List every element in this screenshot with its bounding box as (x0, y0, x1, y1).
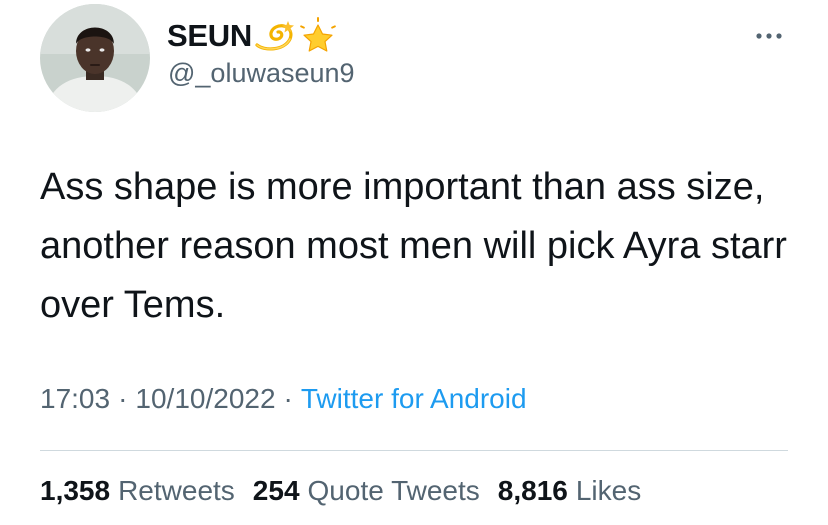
tweet-source-link[interactable]: Twitter for Android (301, 383, 527, 414)
quote-tweets-label: Quote Tweets (307, 475, 480, 506)
quote-tweets-count: 254 (252, 475, 300, 506)
display-name: SEUN (167, 18, 252, 53)
quote-tweets-stat[interactable]: 254 Quote Tweets (253, 475, 480, 507)
glowing-star-icon (298, 17, 338, 55)
tweet-text: Ass shape is more important than ass siz… (40, 166, 787, 326)
tweet-stats: 1,358 Retweets 254 Quote Tweets 8,816 Likes (40, 475, 659, 507)
meta-separator: · (118, 383, 128, 414)
likes-stat[interactable]: 8,816 Likes (498, 475, 641, 507)
user-name-row[interactable]: SEUN (167, 15, 338, 57)
avatar[interactable] (40, 4, 150, 112)
avatar-image (40, 4, 150, 112)
more-options-icon[interactable] (752, 24, 786, 48)
retweets-count: 1,358 (40, 475, 111, 506)
tweet-date[interactable]: 10/10/2022 (135, 383, 275, 414)
retweets-label: Retweets (118, 475, 235, 506)
tweet-time[interactable]: 17:03 (40, 383, 110, 414)
dizzy-icon (254, 19, 296, 53)
retweets-stat[interactable]: 1,358 Retweets (40, 475, 235, 507)
user-handle[interactable]: @_oluwaseun9 (168, 58, 355, 89)
meta-separator: · (283, 383, 293, 414)
tweet-meta: 17:03 · 10/10/2022 · Twitter for Android (40, 383, 527, 415)
divider (40, 450, 788, 451)
likes-count: 8,816 (497, 475, 568, 506)
tweet-card: SEUN @_oluwaseun9 Ass shape is more impo… (0, 0, 828, 525)
likes-label: Likes (575, 475, 642, 506)
